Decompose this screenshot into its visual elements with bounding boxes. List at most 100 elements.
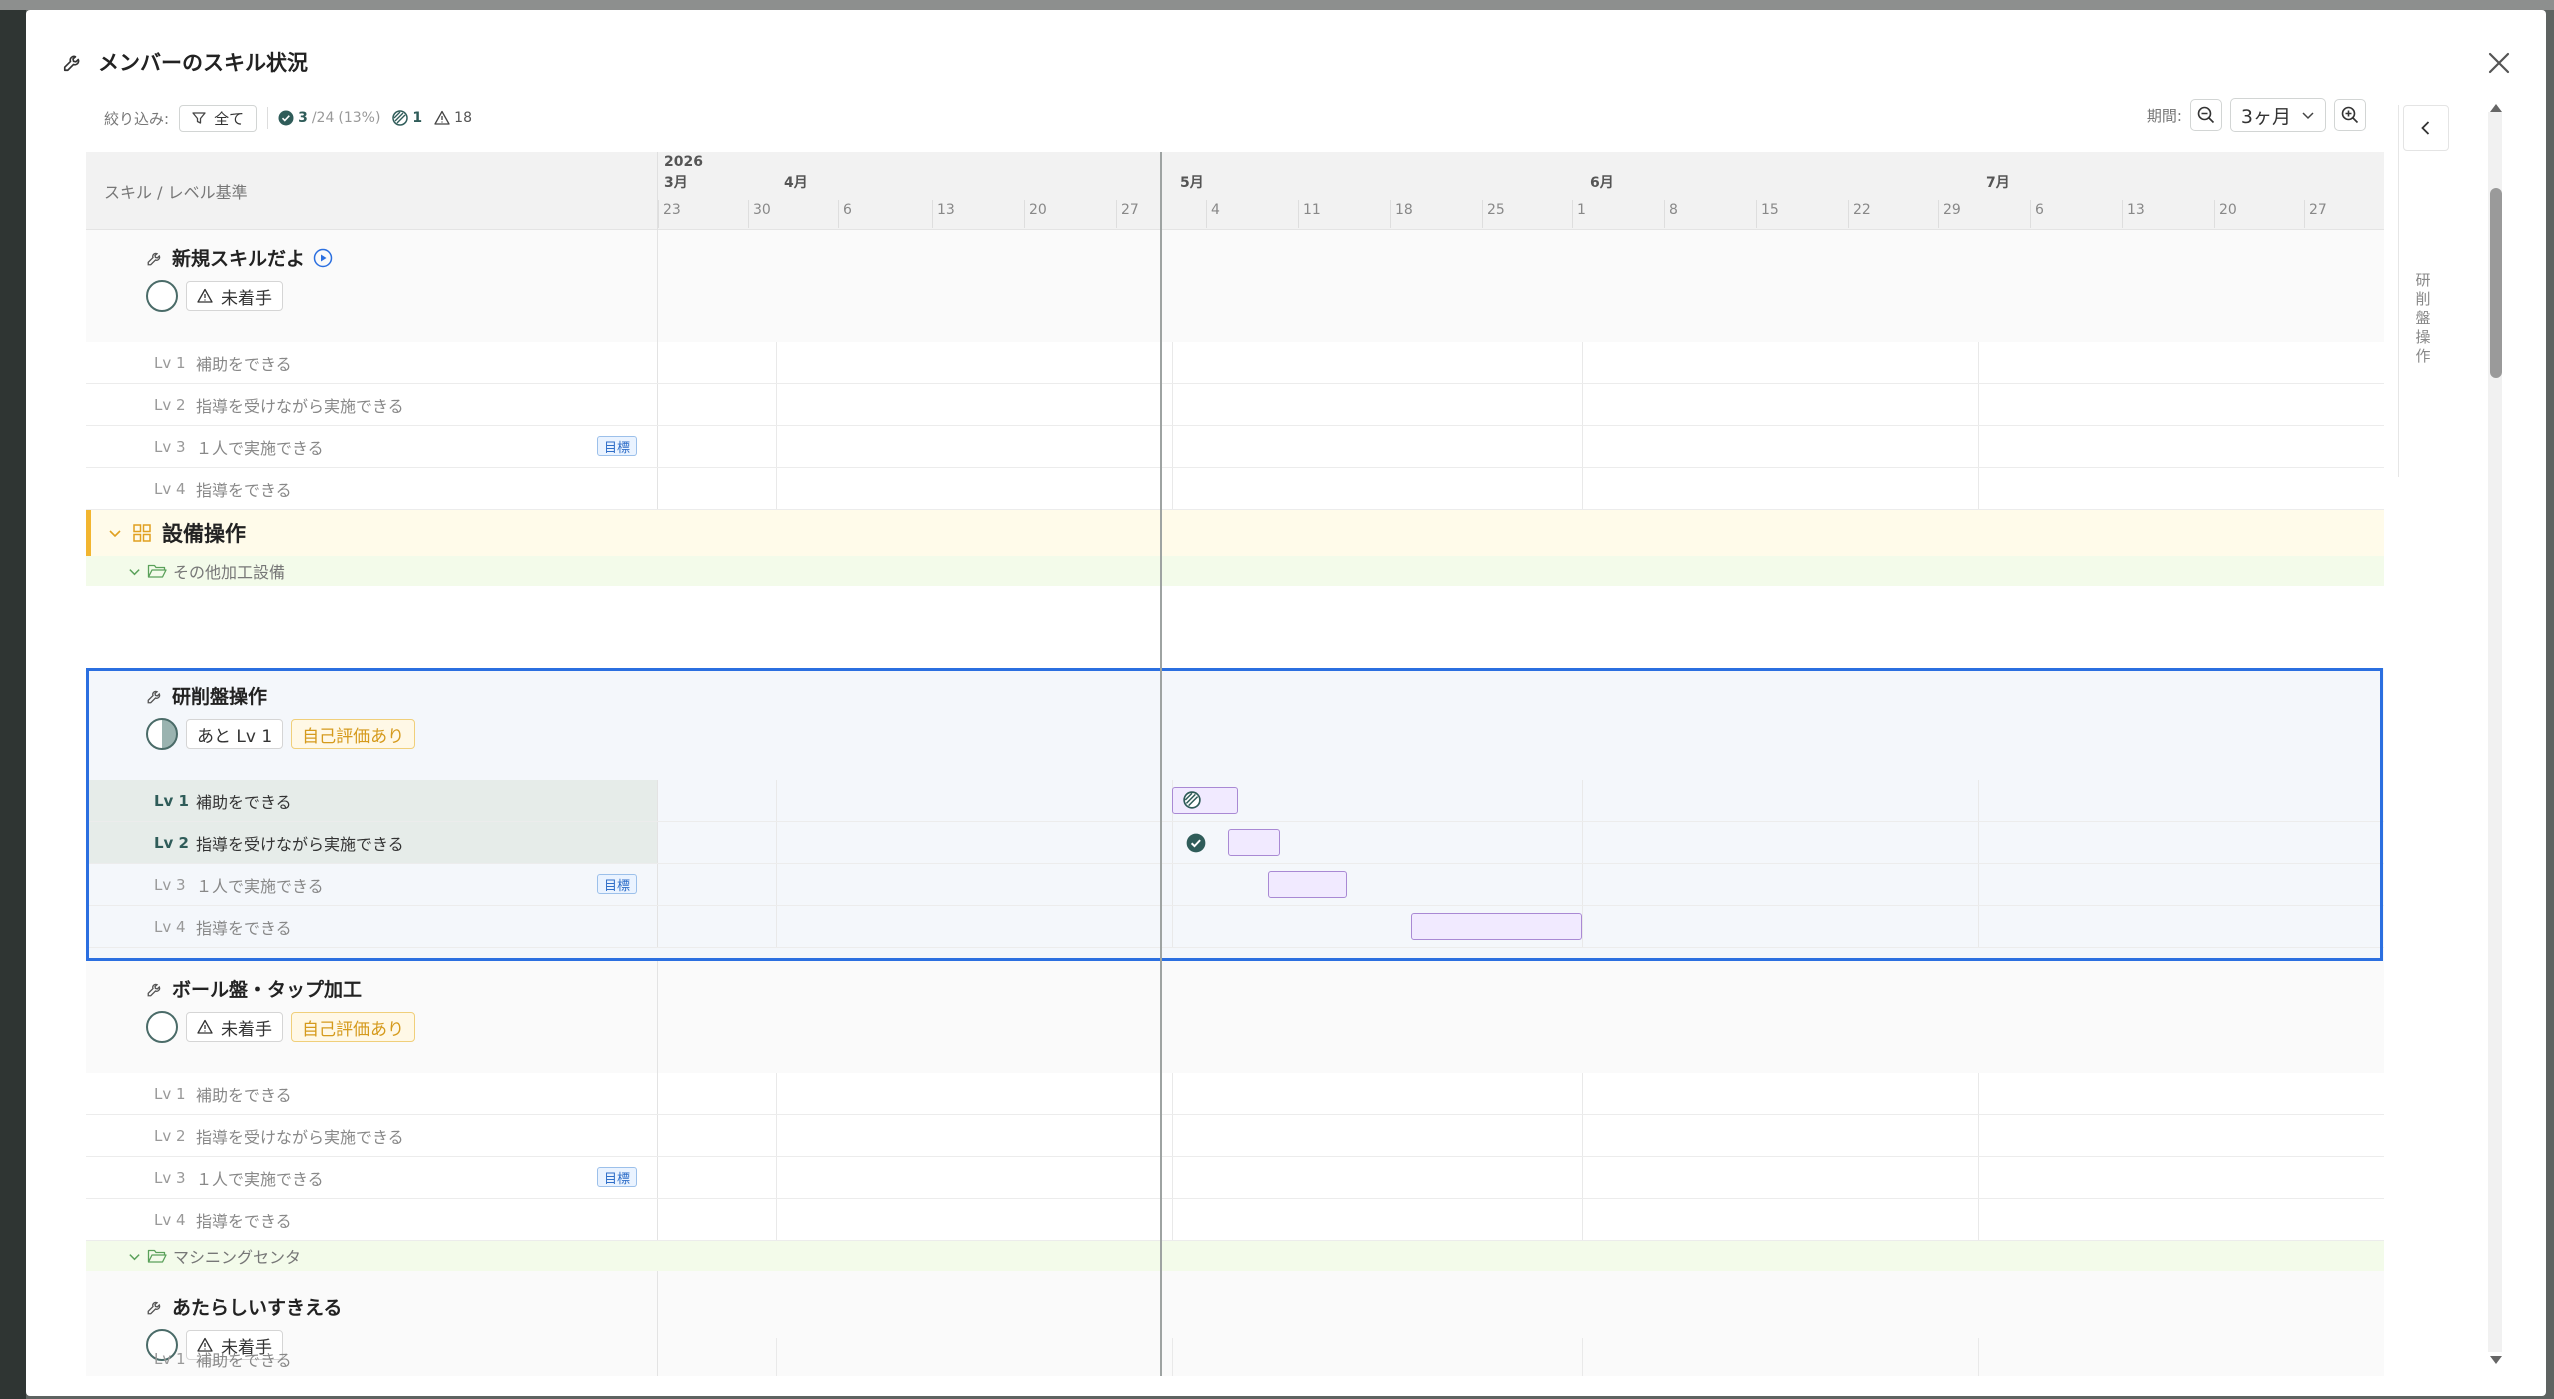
wrench-icon xyxy=(147,983,161,996)
filter-value: 全て xyxy=(214,109,245,128)
timeline-week: 6 xyxy=(838,200,852,228)
timeline-week: 22 xyxy=(1848,200,1871,228)
level-number: Lv 1 xyxy=(154,1084,186,1103)
skill-status: あと Lv 1 自己評価あり xyxy=(146,718,416,750)
level-label: １人で実施できる xyxy=(196,876,324,896)
timeline-week: 13 xyxy=(2122,200,2145,228)
wrench-icon xyxy=(147,1301,161,1314)
gantt-panel: 絞り込み: 全て 3 /24 (13%) 1 18 期間: 3ヶ月 スキル / … xyxy=(86,90,2384,1376)
check-circle-icon xyxy=(278,110,294,126)
grid-header: スキル / レベル基準 2026 3月 4月 5月 6月 7月 23 30 6 … xyxy=(86,152,2384,230)
zoom-in-icon xyxy=(2341,106,2359,124)
timeline-week: 25 xyxy=(1482,200,1505,228)
wrench-icon xyxy=(63,55,80,72)
skill-status-modal: メンバーのスキル状況 絞り込み: 全て 3 /24 (13%) 1 18 期間:… xyxy=(26,10,2546,1396)
timeline-month: 3月 xyxy=(664,175,688,191)
scroll-thumb[interactable] xyxy=(2490,188,2502,378)
background-top xyxy=(0,0,2554,10)
level-number: Lv 2 xyxy=(154,833,189,852)
level-label: 指導を受けながら実施できる xyxy=(196,834,404,854)
category-row[interactable]: 設備操作 xyxy=(86,510,2384,556)
schedule-bar[interactable] xyxy=(1411,913,1582,940)
stat-total: /24 xyxy=(311,110,335,126)
timeline-week: 29 xyxy=(1938,200,1961,228)
level-label: １人で実施できる xyxy=(196,438,324,458)
period-select[interactable]: 3ヶ月 xyxy=(2229,98,2326,132)
timeline-week: 11 xyxy=(1298,200,1321,228)
skill-title: あたらしいすきえる xyxy=(146,1293,342,1320)
subcategory-name: その他加工設備 xyxy=(173,563,286,582)
level-number: Lv 4 xyxy=(154,479,186,498)
level-number: Lv 3 xyxy=(154,875,186,894)
timeline-week: 23 xyxy=(658,200,681,228)
level-number: Lv 2 xyxy=(154,1126,186,1145)
progress-circle xyxy=(146,718,178,750)
goal-badge: 目標 xyxy=(596,436,637,456)
zoom-in-button[interactable] xyxy=(2334,99,2366,131)
schedule-bar[interactable] xyxy=(1268,871,1347,898)
level-row: Lv 1 補助をできる xyxy=(86,1073,2384,1115)
timeline-week: 6 xyxy=(2030,200,2044,228)
chevron-down-icon[interactable] xyxy=(108,526,122,540)
gantt-body: 新規スキルだよ 未着手 Lv 1 補助をできる Lv 2 指導を受けながら実施で… xyxy=(86,230,2384,1376)
skill-title: 新規スキルだよ xyxy=(146,244,333,271)
level-row: Lv 4 指導をできる xyxy=(86,906,2384,948)
timeline-week: 13 xyxy=(932,200,955,228)
skill-row-selected[interactable]: 研削盤操作 あと Lv 1 自己評価あり xyxy=(86,668,2384,780)
level-label: 指導をできる xyxy=(196,918,292,938)
grid-header-label: スキル / レベル基準 xyxy=(86,152,658,230)
warning-icon xyxy=(434,110,450,125)
schedule-bar[interactable] xyxy=(1228,829,1280,856)
level-row: Lv 1 補助をできる xyxy=(86,1338,2384,1376)
zoom-out-button[interactable] xyxy=(2189,99,2222,131)
level-row: Lv 4 指導をできる xyxy=(86,468,2384,510)
level-label: 指導を受けながら実施できる xyxy=(196,1127,404,1147)
level-number: Lv 2 xyxy=(154,395,186,414)
level-number: Lv 1 xyxy=(154,353,186,372)
level-row: Lv 4 指導をできる xyxy=(86,1199,2384,1241)
level-row: Lv 2 指導を受けながら実施できる xyxy=(86,384,2384,426)
scroll-down-icon[interactable] xyxy=(2488,1354,2504,1366)
level-number: Lv 1 xyxy=(154,791,189,810)
progress-circle xyxy=(146,280,178,312)
timeline-week: 27 xyxy=(1116,200,1139,228)
chevron-down-icon[interactable] xyxy=(128,565,141,578)
close-icon xyxy=(2488,52,2510,74)
folder-open-icon xyxy=(147,564,167,578)
close-button[interactable] xyxy=(2482,46,2516,80)
stat-in-progress: 1 xyxy=(392,110,422,126)
skill-name: ボール盤・タップ加工 xyxy=(172,979,363,1001)
play-circle-icon[interactable] xyxy=(313,248,333,268)
timeline-month: 6月 xyxy=(1590,175,1614,191)
level-number: Lv 3 xyxy=(154,1168,186,1187)
warning-icon xyxy=(197,1019,213,1034)
skill-row[interactable]: ボール盤・タップ加工 未着手 自己評価あり xyxy=(86,961,2384,1073)
modal-title: メンバーのスキル状況 xyxy=(98,51,308,75)
stat-warn-count: 18 xyxy=(454,110,472,126)
skill-title: 研削盤操作 xyxy=(146,682,267,709)
status-badge: 未着手 xyxy=(186,281,283,311)
level-number: Lv 4 xyxy=(154,917,186,936)
timeline-week: 4 xyxy=(1206,200,1220,228)
stat-not-started: 18 xyxy=(434,110,472,126)
schedule-bar[interactable] xyxy=(1172,787,1238,814)
chevron-down-icon[interactable] xyxy=(128,1250,141,1263)
warning-icon xyxy=(197,288,213,303)
collapse-sidebar-button[interactable] xyxy=(2403,105,2449,151)
skill-name: あたらしいすきえる xyxy=(172,1297,343,1319)
toolbar: 絞り込み: 全て 3 /24 (13%) 1 18 xyxy=(86,98,2384,138)
timeline-week: 1 xyxy=(1572,200,1586,228)
self-evaluation-text: 自己評価あり xyxy=(302,726,405,747)
subcategory-row[interactable]: マシニングセンタ xyxy=(86,1241,2384,1271)
filter-button[interactable]: 全て xyxy=(179,104,258,132)
subcategory-row[interactable]: その他加工設備 xyxy=(86,556,2384,586)
skill-row[interactable]: 新規スキルだよ 未着手 xyxy=(86,230,2384,342)
check-circle-icon xyxy=(1186,833,1206,853)
skill-name: 新規スキルだよ xyxy=(172,248,306,270)
stat-done-count: 3 xyxy=(298,110,308,126)
skill-status: 未着手 自己評価あり xyxy=(146,1011,415,1043)
level-row: Lv 1 補助をできる xyxy=(86,342,2384,384)
vertical-scrollbar[interactable] xyxy=(2482,90,2504,1380)
category-name: 設備操作 xyxy=(162,522,246,546)
chevron-down-icon xyxy=(2302,112,2314,120)
